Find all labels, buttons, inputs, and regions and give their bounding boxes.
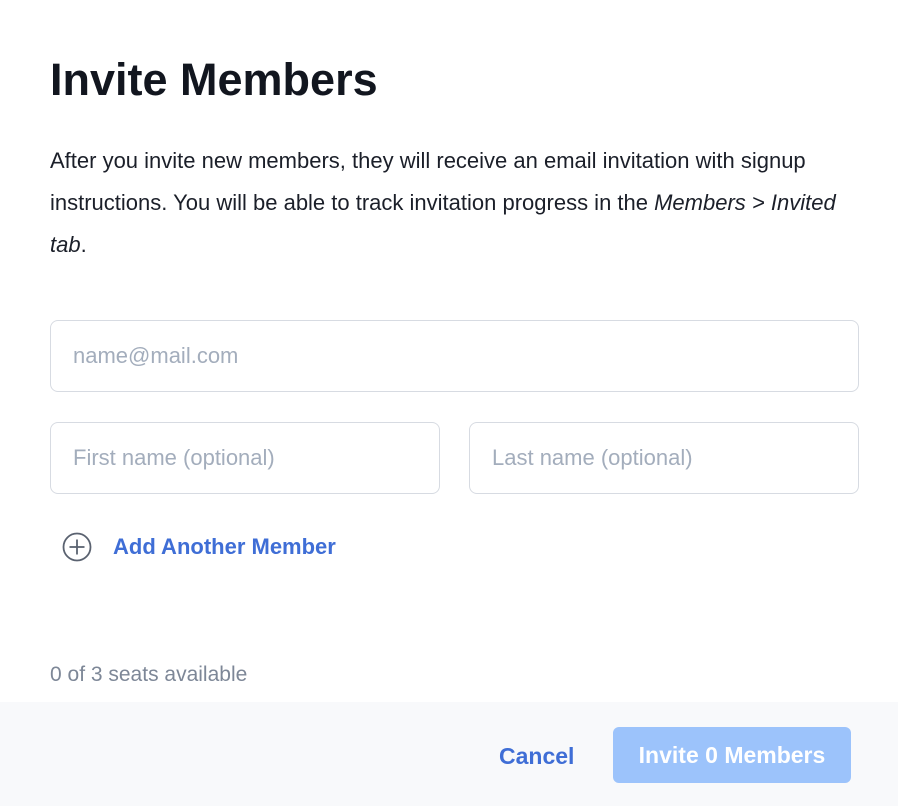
invite-members-button[interactable]: Invite 0 Members <box>613 727 851 783</box>
last-name-input[interactable] <box>469 422 859 494</box>
plus-circle-icon <box>62 532 92 562</box>
add-another-member-button[interactable]: Add Another Member <box>62 532 336 562</box>
dialog-description: After you invite new members, they will … <box>50 140 870 266</box>
seats-available-text: 0 of 3 seats available <box>50 663 248 686</box>
email-input[interactable] <box>50 320 859 392</box>
description-text-end: . <box>80 232 87 257</box>
add-another-member-label: Add Another Member <box>113 534 336 559</box>
dialog-title: Invite Members <box>50 54 378 105</box>
cancel-button[interactable]: Cancel <box>499 738 589 774</box>
first-name-input[interactable] <box>50 422 440 494</box>
invite-members-dialog: Invite Members After you invite new memb… <box>0 0 898 806</box>
